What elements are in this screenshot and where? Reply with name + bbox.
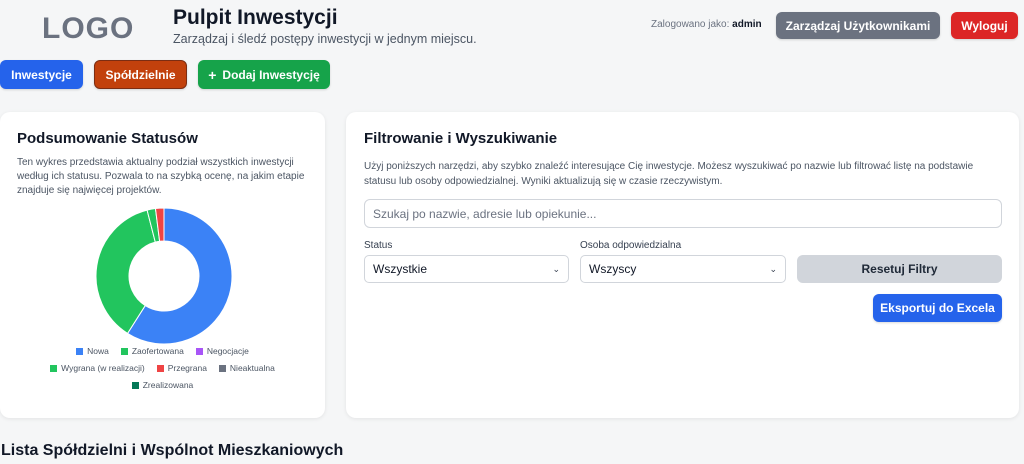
legend-item[interactable]: Negocjacje [195,346,249,356]
legend-swatch [218,364,226,372]
legend-item[interactable]: Wygrana (w realizacji) [50,363,145,373]
username: admin [732,19,762,30]
legend-label: Zrealizowana [142,380,194,390]
status-label: Status [364,240,393,251]
legend-row: Zrealizowana [10,380,315,390]
list-section-title: Lista Spółdzielni i Wspólnot Mieszkaniow… [1,442,344,459]
legend-label: Negocjacje [206,346,249,356]
reset-filters-button[interactable]: Resetuj Filtry [797,255,1002,283]
investments-button[interactable]: Inwestycje [0,60,83,89]
summary-description: Ten wykres przedstawia aktualny podział … [17,157,305,196]
legend-swatch [76,347,84,355]
legend-row: Wygrana (w realizacji) Przegrana Nieaktual… [10,363,315,373]
search-input[interactable] [364,199,1002,228]
legend-swatch [195,347,203,355]
legend-swatch [120,347,128,355]
legend-item[interactable]: Zaofertowana [120,346,184,356]
plus-icon: + [208,66,217,83]
chevron-down-icon: ⌄ [769,263,777,274]
logout-button[interactable]: Wyloguj [951,12,1018,39]
chevron-down-icon: ⌄ [552,263,560,274]
filter-card: Filtrowanie i Wyszukiwanie Użyj poniższy… [346,112,1019,418]
status-donut-chart [95,207,233,345]
add-investment-label: Dodaj Inwestycję [222,67,320,82]
status-select[interactable]: Wszystkie ⌄ [364,255,569,283]
legend-item[interactable]: Przegrana [156,363,207,373]
manage-users-button[interactable]: Zarządzaj Użytkownikami [776,12,940,39]
legend-item[interactable]: Nieaktualna [218,363,275,373]
legend-row: Nowa Zaofertowana Negocjacje [10,346,315,356]
export-excel-button[interactable]: Eksportuj do Excela [873,294,1002,322]
legend-label: Nowa [87,346,109,356]
status-select-value: Wszystkie [373,262,427,276]
person-select[interactable]: Wszyscy ⌄ [580,255,786,283]
chart-legend: Nowa Zaofertowana Negocjacje Wygrana (w rea… [10,346,315,397]
legend-label: Nieaktualna [229,363,275,373]
logo: LOGO [42,12,135,45]
logged-in-info: Zalogowano jako: admin [651,19,762,30]
legend-swatch [156,364,164,372]
status-summary-card: Podsumowanie Statusów Ten wykres przedst… [0,112,325,418]
person-label: Osoba odpowiedzialna [580,240,682,251]
legend-swatch [50,364,58,372]
legend-label: Zaofertowana [131,346,184,356]
legend-label: Wygrana (w realizacji) [61,363,145,373]
page-title: Pulpit Inwestycji [173,6,338,29]
legend-swatch [131,381,139,389]
page-subtitle: Zarządzaj i śledź postępy inwestycji w j… [173,32,477,46]
filter-title: Filtrowanie i Wyszukiwanie [364,130,558,147]
logged-in-label: Zalogowano jako: [651,19,730,30]
add-investment-button[interactable]: + Dodaj Inwestycję [198,60,330,89]
summary-title: Podsumowanie Statusów [17,130,198,147]
cooperatives-button[interactable]: Spółdzielnie [94,60,187,89]
legend-label: Przegrana [167,363,207,373]
legend-item[interactable]: Zrealizowana [131,380,194,390]
legend-item[interactable]: Nowa [76,346,109,356]
person-select-value: Wszyscy [589,262,637,276]
filter-description: Użyj poniższych narzędzi, aby szybko zna… [364,161,974,187]
